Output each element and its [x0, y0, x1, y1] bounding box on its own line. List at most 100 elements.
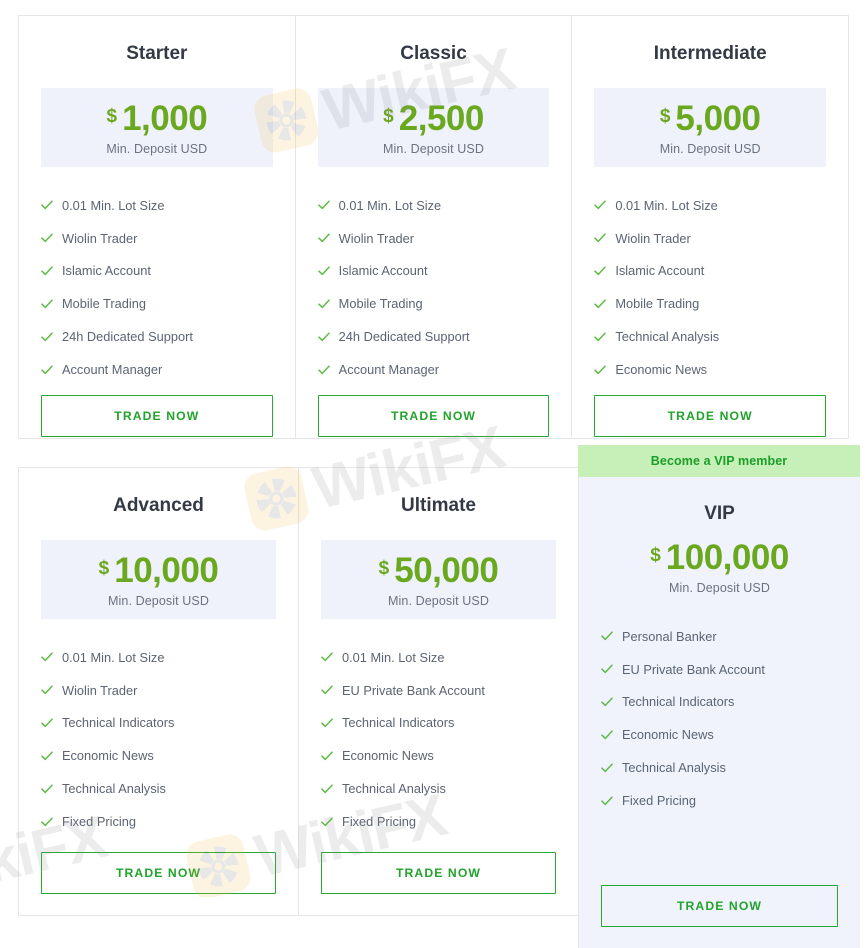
- feature-label: Mobile Trading: [62, 296, 146, 312]
- list-item: Fixed Pricing: [41, 814, 276, 829]
- feature-label: Wiolin Trader: [338, 230, 415, 246]
- price-line: $ 5,000: [594, 101, 826, 136]
- list-item: Mobile Trading: [317, 296, 550, 311]
- price-line: $ 10,000: [41, 553, 276, 588]
- currency-symbol: $: [378, 557, 390, 579]
- currency-symbol: $: [98, 557, 110, 579]
- check-icon: [321, 816, 333, 828]
- list-item: 24h Dedicated Support: [41, 329, 273, 344]
- plan-title: Classic: [400, 43, 467, 64]
- list-item: Mobile Trading: [594, 296, 826, 311]
- check-icon: [601, 795, 613, 807]
- plan-card-starter: Starter $ 1,000 Min. Deposit USD 0.01 Mi…: [19, 16, 295, 438]
- check-icon: [321, 750, 333, 762]
- check-icon: [321, 684, 333, 696]
- feature-label: Technical Indicators: [622, 694, 735, 710]
- feature-label: Fixed Pricing: [342, 814, 416, 830]
- check-icon: [601, 762, 613, 774]
- check-icon: [601, 696, 613, 708]
- vip-card-body: VIP $ 100,000 Min. Deposit USD Personal …: [578, 477, 860, 948]
- feature-label: Mobile Trading: [615, 296, 700, 312]
- price-line: $ 100,000: [601, 540, 838, 575]
- trade-now-button[interactable]: TRADE NOW: [41, 852, 276, 894]
- check-icon: [41, 717, 53, 729]
- feature-label: 0.01 Min. Lot Size: [62, 649, 165, 665]
- list-item: Economic News: [594, 362, 826, 377]
- plan-card-classic: Classic $ 2,500 Min. Deposit USD 0.01 Mi…: [294, 16, 572, 438]
- feature-label: Technical Indicators: [62, 715, 175, 731]
- plan-card-ultimate: Ultimate $ 50,000 Min. Deposit USD 0.01 …: [298, 468, 578, 915]
- trade-now-button[interactable]: TRADE NOW: [317, 394, 550, 437]
- price-subtitle: Min. Deposit USD: [669, 580, 770, 595]
- feature-label: 0.01 Min. Lot Size: [615, 197, 718, 213]
- feature-list: 0.01 Min. Lot Size Wiolin Trader Islamic…: [594, 167, 826, 395]
- feature-label: Account Manager: [338, 362, 439, 378]
- feature-label: Technical Analysis: [615, 329, 720, 345]
- trade-now-button[interactable]: TRADE NOW: [321, 852, 556, 894]
- feature-label: Economic News: [615, 362, 708, 378]
- feature-list: Personal Banker EU Private Bank Account …: [601, 595, 838, 885]
- check-icon: [601, 630, 613, 642]
- price-box: $ 5,000 Min. Deposit USD: [594, 87, 827, 167]
- trade-now-button[interactable]: TRADE NOW: [601, 885, 838, 927]
- check-icon: [41, 298, 53, 310]
- list-item: 0.01 Min. Lot Size: [321, 650, 556, 665]
- price-box: $ 1,000 Min. Deposit USD: [41, 87, 273, 167]
- check-icon: [594, 298, 607, 310]
- list-item: Fixed Pricing: [601, 793, 838, 808]
- check-icon: [594, 364, 607, 376]
- feature-label: Economic News: [342, 748, 434, 764]
- feature-label: Wiolin Trader: [62, 682, 138, 698]
- list-item: 0.01 Min. Lot Size: [41, 198, 273, 213]
- feature-label: Personal Banker: [622, 628, 717, 644]
- check-icon: [317, 199, 330, 211]
- list-item: Technical Indicators: [41, 715, 276, 730]
- list-item: Technical Analysis: [601, 760, 838, 775]
- check-icon: [317, 265, 330, 277]
- feature-label: Technical Analysis: [342, 781, 446, 797]
- check-icon: [601, 729, 613, 741]
- feature-list: 0.01 Min. Lot Size Wiolin Trader Technic…: [41, 619, 276, 852]
- price-subtitle: Min. Deposit USD: [659, 141, 761, 156]
- price-subtitle: Min. Deposit USD: [383, 141, 484, 156]
- list-item: Wiolin Trader: [317, 230, 550, 246]
- feature-label: 24h Dedicated Support: [62, 329, 193, 345]
- list-item: Account Manager: [317, 362, 550, 378]
- list-item: Wiolin Trader: [594, 231, 826, 246]
- check-icon: [321, 717, 333, 729]
- price-line: $ 2,500: [318, 101, 550, 136]
- list-item: 0.01 Min. Lot Size: [41, 650, 276, 665]
- check-icon: [594, 331, 607, 343]
- price-line: $ 50,000: [321, 553, 556, 588]
- price-subtitle: Min. Deposit USD: [108, 593, 209, 608]
- price-box: $ 100,000 Min. Deposit USD: [601, 540, 838, 595]
- list-item: 24h Dedicated Support: [317, 329, 550, 345]
- check-icon: [41, 199, 53, 211]
- currency-symbol: $: [383, 105, 394, 127]
- check-icon: [317, 364, 330, 376]
- plan-card-vip: Become a VIP member VIP $ 100,000 Min. D…: [578, 445, 860, 948]
- plan-title: Ultimate: [401, 495, 476, 516]
- list-item: Technical Analysis: [41, 781, 276, 796]
- check-icon: [317, 331, 330, 343]
- trade-now-button[interactable]: TRADE NOW: [594, 394, 827, 437]
- trade-now-button[interactable]: TRADE NOW: [41, 394, 273, 437]
- pricing-row-top: Starter $ 1,000 Min. Deposit USD 0.01 Mi…: [18, 15, 849, 439]
- currency-symbol: $: [659, 105, 671, 127]
- check-icon: [594, 265, 607, 277]
- feature-label: Technical Indicators: [342, 715, 455, 731]
- check-icon: [41, 783, 53, 795]
- price-amount: 10,000: [114, 550, 219, 590]
- list-item: Technical Analysis: [594, 329, 826, 344]
- check-icon: [317, 298, 330, 310]
- check-icon: [41, 684, 53, 696]
- check-icon: [41, 364, 53, 376]
- plan-card-advanced: Advanced $ 10,000 Min. Deposit USD 0.01 …: [19, 468, 298, 915]
- feature-label: Technical Analysis: [62, 781, 166, 797]
- check-icon: [41, 816, 53, 828]
- feature-label: Technical Analysis: [622, 760, 726, 776]
- list-item: Technical Analysis: [321, 781, 556, 796]
- list-item: Islamic Account: [594, 263, 826, 278]
- feature-label: EU Private Bank Account: [622, 661, 765, 677]
- feature-label: 24h Dedicated Support: [338, 329, 470, 345]
